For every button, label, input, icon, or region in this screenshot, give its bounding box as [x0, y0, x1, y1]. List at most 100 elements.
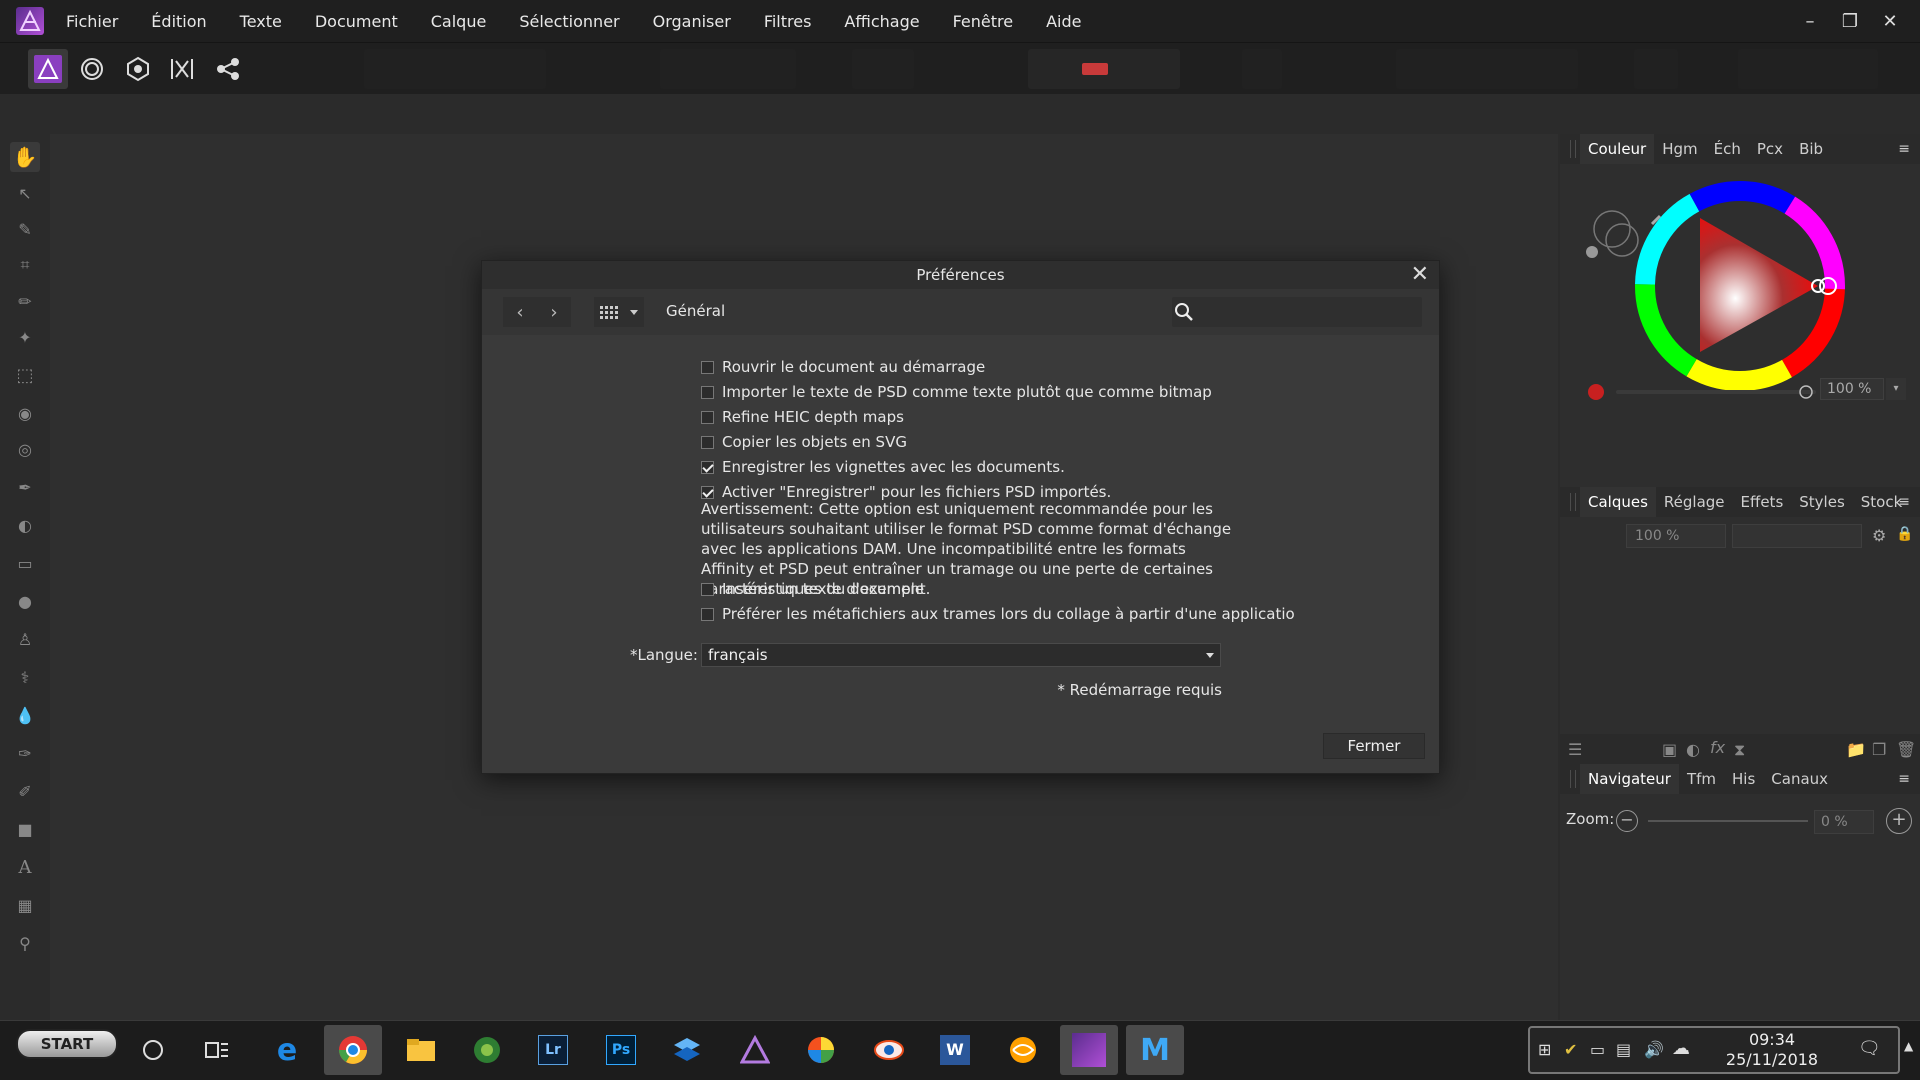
checkbox[interactable]: [701, 435, 714, 449]
cortana-icon[interactable]: [124, 1025, 182, 1075]
add-layer-icon[interactable]: ❐: [1872, 740, 1886, 759]
paint-mixer-tool-icon[interactable]: ◎: [10, 434, 40, 464]
hand-tool-icon[interactable]: ✋: [10, 142, 40, 172]
language-select[interactable]: français: [701, 643, 1221, 667]
clone-tool-icon[interactable]: ♙: [10, 624, 40, 654]
minimize-icon[interactable]: –: [1790, 0, 1830, 42]
menu-fenetre[interactable]: Fenêtre: [953, 12, 1014, 31]
menu-calque[interactable]: Calque: [431, 12, 487, 31]
option-insert-sample-text[interactable]: Insérer un texte d'exemple: [701, 579, 924, 599]
checkbox[interactable]: [701, 607, 714, 621]
mask-layer-icon[interactable]: ▣: [1662, 740, 1677, 759]
back-arrow-icon[interactable]: ‹: [503, 297, 537, 327]
tab-canaux[interactable]: Canaux: [1763, 764, 1836, 794]
blur-tool-icon[interactable]: ●: [10, 586, 40, 616]
delete-button-icon[interactable]: [1242, 49, 1282, 89]
fx-icon[interactable]: fx: [1710, 738, 1725, 757]
start-button[interactable]: START: [16, 1029, 118, 1059]
stroke-swatch-icon[interactable]: [1605, 223, 1639, 257]
menu-fichier[interactable]: Fichier: [66, 12, 118, 31]
tray-app-icon[interactable]: ⊞: [1538, 1040, 1551, 1059]
panel-grip-icon[interactable]: [1570, 140, 1576, 158]
checkbox[interactable]: [701, 360, 714, 374]
saturation-triangle[interactable]: [1700, 218, 1818, 352]
tray-check-icon[interactable]: ✔: [1564, 1040, 1577, 1059]
menu-aide[interactable]: Aide: [1046, 12, 1081, 31]
move-tool-icon[interactable]: ↖: [10, 178, 40, 208]
edge-browser-icon[interactable]: e: [258, 1025, 316, 1075]
healing-brush-tool-icon[interactable]: ⚕: [10, 662, 40, 692]
menu-filtres[interactable]: Filtres: [764, 12, 812, 31]
photoshop-icon[interactable]: Ps: [592, 1025, 650, 1075]
close-button[interactable]: Fermer: [1323, 733, 1425, 759]
panel-menu-icon[interactable]: ≡: [1898, 771, 1910, 787]
option-reopen-document[interactable]: Rouvrir le document au démarrage: [701, 357, 985, 377]
zoom-tool-icon[interactable]: ⚲: [10, 928, 40, 958]
panel-menu-icon[interactable]: ≡: [1898, 494, 1910, 510]
adjustment-icon[interactable]: ◐: [1686, 740, 1700, 759]
flood-select-tool-icon[interactable]: ✦: [10, 322, 40, 352]
menu-selectionner[interactable]: Sélectionner: [519, 12, 619, 31]
menu-texte[interactable]: Texte: [240, 12, 282, 31]
tab-hgm[interactable]: Hgm: [1654, 134, 1705, 164]
checkbox[interactable]: [701, 385, 714, 399]
cloud-upload-icon[interactable]: ☁: [1672, 1038, 1690, 1059]
layer-settings-gear-icon[interactable]: ⚙: [1872, 526, 1886, 545]
firefox-like-app-icon[interactable]: [994, 1025, 1052, 1075]
lock-icon[interactable]: 🔒: [1896, 526, 1913, 542]
selection-brush-tool-icon[interactable]: ✏: [10, 286, 40, 316]
arrange-buttons-group[interactable]: [1396, 49, 1578, 89]
align-button-icon[interactable]: [1634, 49, 1678, 89]
lightroom-icon[interactable]: Lr: [524, 1025, 582, 1075]
malwarebytes-icon[interactable]: M: [1126, 1025, 1184, 1075]
flood-fill-tool-icon[interactable]: ◉: [10, 398, 40, 428]
color-picker-tool-icon[interactable]: ✎: [10, 214, 40, 244]
menu-document[interactable]: Document: [315, 12, 398, 31]
mesh-warp-tool-icon[interactable]: ▦: [10, 890, 40, 920]
panel-grip-icon[interactable]: [1570, 770, 1576, 788]
search-input[interactable]: [1172, 297, 1422, 327]
option-prefer-metafiles[interactable]: Préférer les métafichiers aux trames lor…: [701, 604, 1295, 624]
forward-arrow-icon[interactable]: ›: [537, 297, 571, 327]
battery-icon[interactable]: ▭: [1590, 1040, 1605, 1059]
mask-buttons-group[interactable]: [852, 49, 914, 89]
node-tool-icon[interactable]: ✐: [10, 776, 40, 806]
tab-couleur[interactable]: Couleur: [1580, 134, 1655, 164]
clock[interactable]: 09:34 25/11/2018: [1722, 1030, 1822, 1070]
tone-mapping-persona-icon[interactable]: [162, 49, 202, 89]
zoom-in-icon[interactable]: +: [1886, 808, 1912, 834]
close-window-icon[interactable]: ✕: [1870, 0, 1910, 42]
zoom-value-field[interactable]: 0 %: [1814, 810, 1874, 834]
color-wheel[interactable]: [1560, 164, 1920, 464]
photo-persona-icon[interactable]: [28, 49, 68, 89]
network-icon[interactable]: ▤: [1616, 1040, 1631, 1059]
panel-menu-icon[interactable]: ≡: [1898, 141, 1910, 157]
pen-tool-icon[interactable]: ✑: [10, 738, 40, 768]
rectangle-tool-icon[interactable]: ■: [10, 814, 40, 844]
option-refine-heic[interactable]: Refine HEIC depth maps: [701, 407, 904, 427]
opacity-dropdown-icon[interactable]: ▾: [1886, 378, 1906, 400]
word-icon[interactable]: W: [926, 1025, 984, 1075]
file-explorer-icon[interactable]: [392, 1025, 450, 1075]
liquify-persona-icon[interactable]: [72, 49, 112, 89]
opacity-value-field[interactable]: 100 %: [1820, 378, 1884, 400]
tab-calques[interactable]: Calques: [1580, 487, 1656, 517]
blend-mode-select[interactable]: [1732, 524, 1862, 548]
tab-tfm[interactable]: Tfm: [1679, 764, 1724, 794]
erase-tool-icon[interactable]: ▭: [10, 548, 40, 578]
checkbox[interactable]: [701, 582, 714, 596]
checkbox[interactable]: [701, 410, 714, 424]
fill-swatch-icon[interactable]: [1593, 210, 1631, 248]
tab-styles[interactable]: Styles: [1791, 487, 1853, 517]
no-color-icon[interactable]: [1586, 246, 1598, 258]
adjust-buttons-group[interactable]: [364, 49, 546, 89]
crop-tool-icon[interactable]: ⌗: [10, 250, 40, 280]
affinity-designer-icon[interactable]: [726, 1025, 784, 1075]
menu-affichage[interactable]: Affichage: [844, 12, 919, 31]
affinity-photo-logo-icon[interactable]: [16, 7, 44, 35]
panel-grip-icon[interactable]: [1570, 493, 1576, 511]
paint-brush-tool-icon[interactable]: ✒: [10, 472, 40, 502]
option-save-thumbnails[interactable]: Enregistrer les vignettes avec les docum…: [701, 457, 1065, 477]
dodge-tool-icon[interactable]: ◐: [10, 510, 40, 540]
chrome-browser-icon[interactable]: [324, 1025, 382, 1075]
